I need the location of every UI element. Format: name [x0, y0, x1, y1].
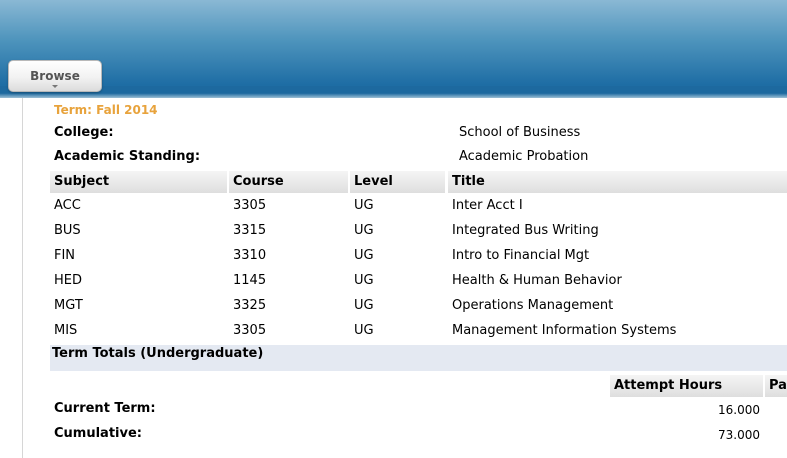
table-row-level: UG [354, 248, 374, 263]
table-row-level: UG [354, 223, 374, 238]
banner-strip [0, 86, 787, 98]
academic-standing-value: Academic Probation [459, 149, 589, 164]
column-header-subject: Subject [50, 171, 227, 193]
table-row-subject: ACC [54, 198, 81, 213]
table-row-title: Management Information Systems [452, 323, 677, 338]
table-row-subject: FIN [54, 248, 76, 263]
table-row-level: UG [354, 273, 374, 288]
table-row-course: 3315 [233, 223, 267, 238]
term-totals-title: Term Totals (Undergraduate) [52, 346, 264, 361]
column-header-title: Title [448, 171, 787, 193]
college-value: School of Business [459, 125, 581, 140]
browse-button-label: Browse [30, 69, 80, 83]
table-row-subject: HED [54, 273, 82, 288]
term-title: Term: Fall 2014 [54, 103, 158, 117]
table-row-course: 3310 [233, 248, 267, 263]
academic-standing-label: Academic Standing: [54, 149, 201, 164]
table-row-subject: MIS [54, 323, 78, 338]
caret-down-icon [52, 85, 58, 88]
college-label: College: [54, 125, 114, 140]
column-header-course: Course [229, 171, 348, 193]
table-row-subject: MGT [54, 298, 83, 313]
column-header-passed-hours: Pa [765, 375, 787, 397]
table-row-title: Health & Human Behavior [452, 273, 622, 288]
table-row-level: UG [354, 198, 374, 213]
table-row-course: 3305 [233, 198, 267, 213]
term-totals-band: Term Totals (Undergraduate) [50, 345, 787, 371]
left-divider [22, 98, 23, 458]
table-row-subject: BUS [54, 223, 81, 238]
current-term-label: Current Term: [54, 401, 156, 416]
column-header-level: Level [350, 171, 445, 193]
top-banner [0, 0, 787, 98]
cumulative-attempt-hours: 73.000 [718, 428, 760, 442]
current-term-attempt-hours: 16.000 [718, 403, 760, 417]
table-row-title: Inter Acct I [452, 198, 523, 213]
table-row-title: Operations Management [452, 298, 614, 313]
table-row-course: 3305 [233, 323, 267, 338]
table-row-level: UG [354, 298, 374, 313]
table-row-title: Integrated Bus Writing [452, 223, 599, 238]
table-row-level: UG [354, 323, 374, 338]
cumulative-label: Cumulative: [54, 426, 142, 441]
table-row-title: Intro to Financial Mgt [452, 248, 590, 263]
browse-button[interactable]: Browse [8, 60, 102, 92]
table-row-course: 3325 [233, 298, 267, 313]
table-row-course: 1145 [233, 273, 267, 288]
column-header-attempt-hours: Attempt Hours [610, 375, 763, 397]
